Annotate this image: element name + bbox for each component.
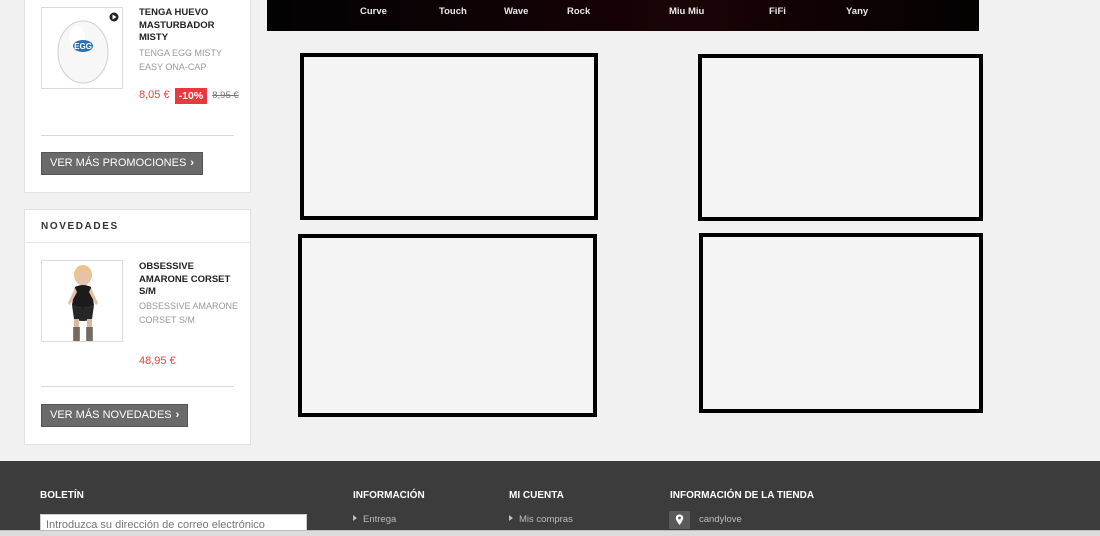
divider bbox=[41, 386, 234, 387]
store-info-title: INFORMACIÓN DE LA TIENDA bbox=[670, 490, 815, 501]
nav-item-yany[interactable]: Yany bbox=[846, 6, 868, 17]
banner-frame-4[interactable] bbox=[699, 233, 983, 413]
banner-frame-3[interactable] bbox=[298, 234, 597, 417]
browser-status-bar bbox=[0, 530, 1100, 536]
footer-link-label: Entrega bbox=[363, 514, 397, 525]
old-price: 8,95 € bbox=[212, 90, 239, 101]
divider bbox=[41, 135, 234, 136]
play-icon[interactable] bbox=[107, 9, 117, 19]
nav-item-curve[interactable]: Curve bbox=[360, 6, 387, 17]
product-name[interactable]: OBSESSIVE AMARONE CORSET S/M bbox=[139, 261, 239, 299]
product-name[interactable]: TENGA HUEVO MASTURBADOR MISTY bbox=[139, 7, 239, 45]
more-promotions-label: VER MÁS PROMOCIONES bbox=[50, 157, 187, 169]
top-nav-bar: Curve Touch Wave Rock Miu Miu FiFi Yany bbox=[267, 0, 979, 31]
promotions-block: EGG TENGA HUEVO MASTURBADOR MISTY TENGA … bbox=[24, 0, 251, 193]
product-image-tenga-egg[interactable]: EGG bbox=[41, 7, 123, 89]
block-title: NOVEDADES bbox=[25, 210, 250, 243]
nav-item-fifi[interactable]: FiFi bbox=[769, 6, 786, 17]
info-title: INFORMACIÓN bbox=[353, 490, 425, 501]
store-name: candylove bbox=[699, 514, 742, 525]
price-row: 8,05 € -10% 8,95 € bbox=[139, 88, 249, 104]
more-new-products-label: VER MÁS NOVEDADES bbox=[50, 409, 172, 421]
price-row: 48,95 € bbox=[139, 354, 249, 368]
product-description: TENGA EGG MISTY EASY ONA-CAP bbox=[139, 48, 222, 72]
footer-link-mis-compras[interactable]: Mis compras bbox=[509, 514, 573, 525]
nav-item-touch[interactable]: Touch bbox=[439, 6, 467, 17]
nav-item-wave[interactable]: Wave bbox=[504, 6, 528, 17]
chevron-right-icon: › bbox=[190, 157, 194, 169]
nav-item-miu-miu[interactable]: Miu Miu bbox=[669, 6, 704, 17]
footer-link-label: Mis compras bbox=[519, 514, 573, 525]
product-image-corset[interactable] bbox=[41, 260, 123, 342]
more-promotions-button[interactable]: VER MÁS PROMOCIONES › bbox=[41, 152, 203, 175]
arrow-right-icon bbox=[509, 515, 513, 521]
new-products-block: NOVEDADES OBSESSIVE AMARONE CORSET S/M O… bbox=[24, 209, 251, 445]
product-description: OBSESSIVE AMARONE CORSET S/M bbox=[139, 301, 239, 325]
arrow-right-icon bbox=[353, 515, 357, 521]
footer-link-entrega[interactable]: Entrega bbox=[353, 514, 396, 525]
product-price: 48,95 € bbox=[139, 355, 176, 367]
chevron-right-icon: › bbox=[175, 409, 180, 421]
footer: BOLETÍN INFORMACIÓN Entrega MI CUENTA Mi… bbox=[0, 461, 1100, 536]
banner-frame-2[interactable] bbox=[698, 54, 983, 221]
newsletter-title: BOLETÍN bbox=[40, 490, 84, 501]
svg-text:EGG: EGG bbox=[74, 42, 92, 51]
map-pin-icon bbox=[669, 511, 690, 529]
account-title: MI CUENTA bbox=[509, 490, 564, 501]
banner-frame-1[interactable] bbox=[300, 53, 598, 220]
discount-badge: -10% bbox=[174, 88, 208, 104]
more-new-products-button[interactable]: VER MÁS NOVEDADES › bbox=[41, 404, 189, 427]
product-price: 8,05 € bbox=[139, 89, 170, 101]
nav-item-rock[interactable]: Rock bbox=[567, 6, 590, 17]
